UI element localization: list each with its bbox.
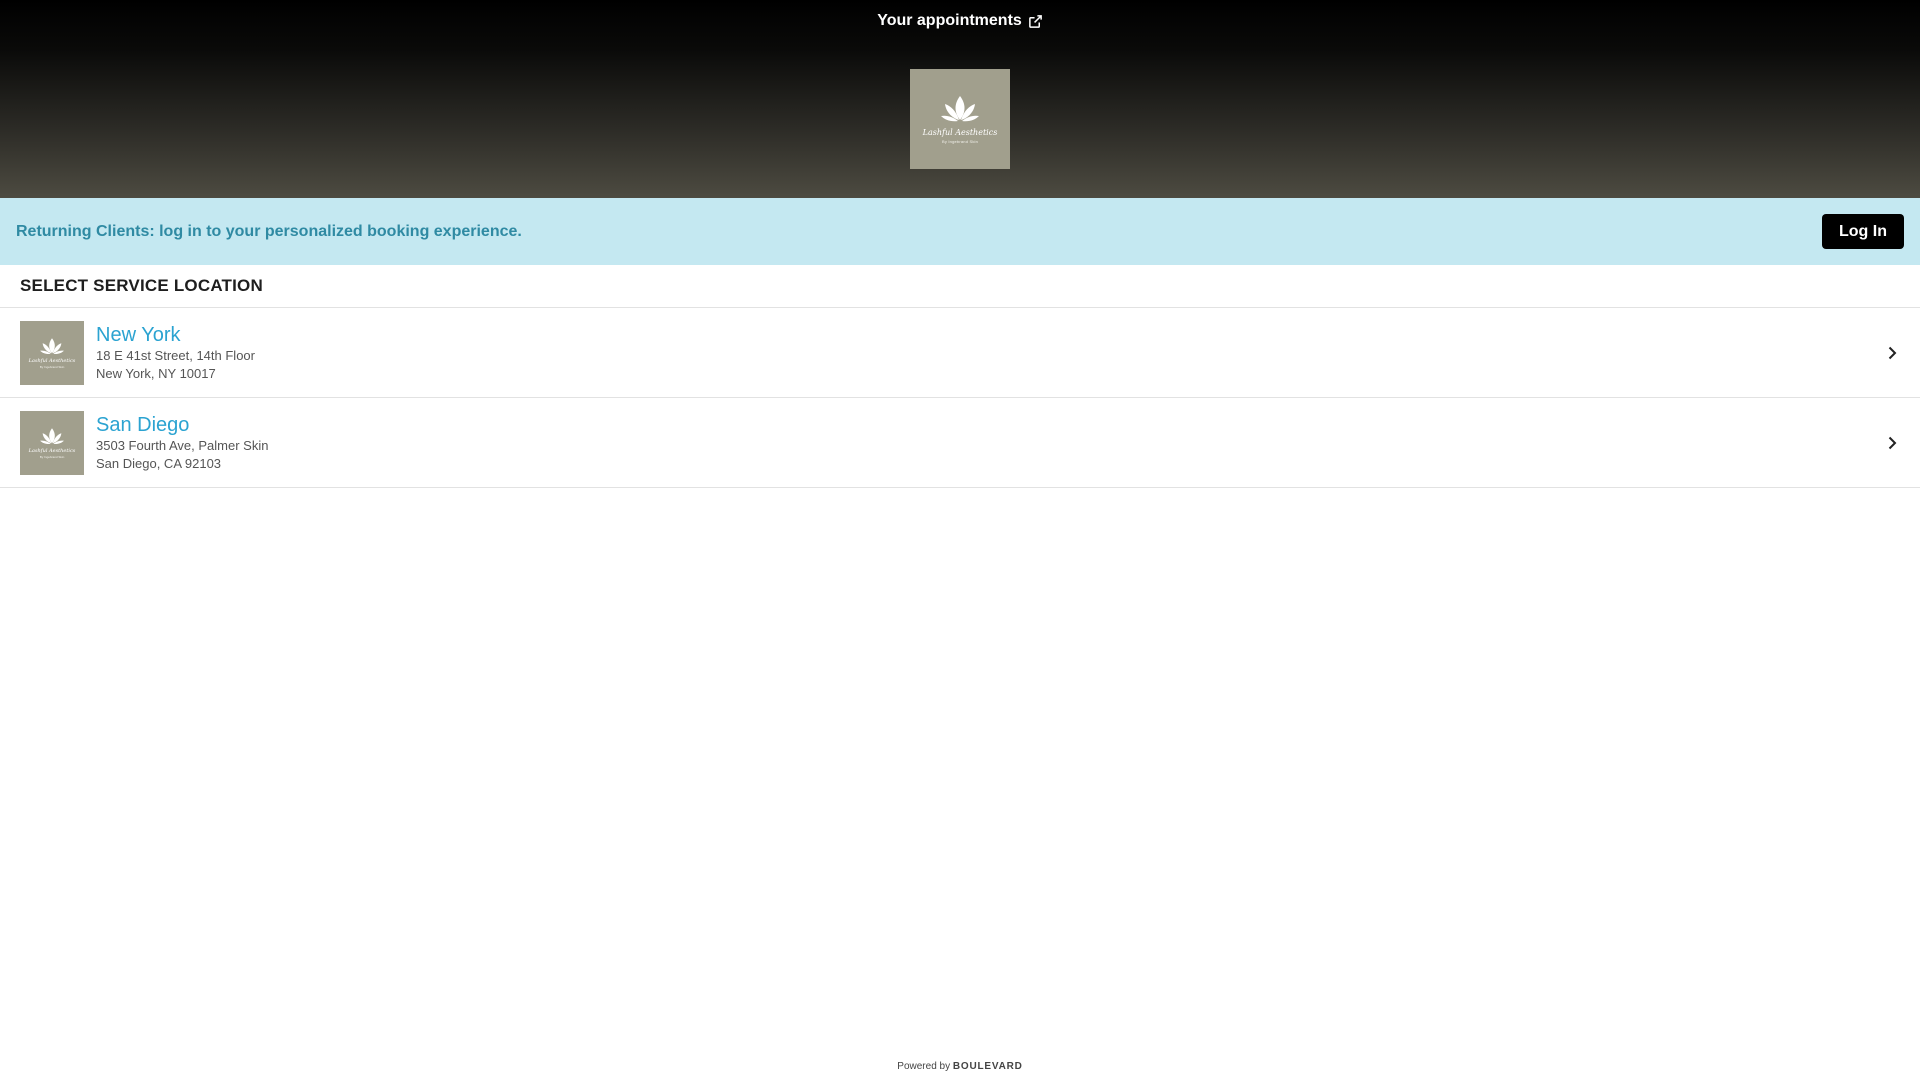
location-address-line2: San Diego, CA 92103 <box>96 455 222 471</box>
location-address-line1: 18 E 41st Street, 14th Floor <box>96 347 255 363</box>
powered-by-text: Powered by <box>897 1061 951 1072</box>
thumb-script-text: Lashful Aesthetics <box>28 447 76 454</box>
banner-message: Returning Clients: log in to your person… <box>16 222 522 240</box>
location-thumbnail: Lashful Aesthetics By Ingebrand Skin <box>20 320 84 385</box>
chevron-right-icon <box>1888 436 1897 449</box>
thumb-script-text: Lashful Aesthetics <box>28 357 76 364</box>
external-link-icon <box>1028 14 1042 28</box>
boulevard-link[interactable]: BOULEVARD <box>953 1061 1023 1072</box>
lotus-icon <box>40 337 64 354</box>
thumb-sub-text: By Ingebrand Skin <box>39 454 65 459</box>
your-appointments-link[interactable]: Your appointments <box>0 12 1920 30</box>
location-address-line2: New York, NY 10017 <box>96 365 216 381</box>
thumb-sub-text: By Ingebrand Skin <box>39 364 65 369</box>
log-in-button[interactable]: Log In <box>1822 214 1904 249</box>
lotus-icon <box>941 96 979 122</box>
location-item-san-diego[interactable]: Lashful Aesthetics By Ingebrand Skin San… <box>0 398 1920 488</box>
logo-sub-text: By Ingebrand Skin <box>941 139 979 144</box>
lotus-icon <box>40 427 64 444</box>
section-title: SELECT SERVICE LOCATION <box>0 265 1920 308</box>
location-list: Lashful Aesthetics By Ingebrand Skin New… <box>0 308 1920 488</box>
logo-script-text: Lashful Aesthetics <box>922 128 998 137</box>
location-info: New York 18 E 41st Street, 14th Floor Ne… <box>96 323 255 383</box>
location-address-line1: 3503 Fourth Ave, Palmer Skin <box>96 437 269 453</box>
location-item-new-york[interactable]: Lashful Aesthetics By Ingebrand Skin New… <box>0 308 1920 398</box>
booking-page: Your appointments Lashful Aesthetics By … <box>0 0 1920 1080</box>
location-thumbnail: Lashful Aesthetics By Ingebrand Skin <box>20 410 84 475</box>
chevron-right-icon <box>1888 346 1897 359</box>
footer: Powered by BOULEVARD <box>0 1061 1920 1072</box>
brand-logo: Lashful Aesthetics By Ingebrand Skin <box>910 69 1010 169</box>
location-info: San Diego 3503 Fourth Ave, Palmer Skin S… <box>96 413 268 473</box>
location-name: San Diego <box>96 413 190 436</box>
header: Your appointments Lashful Aesthetics By … <box>0 0 1920 198</box>
returning-clients-banner: Returning Clients: log in to your person… <box>0 198 1920 265</box>
location-name: New York <box>96 323 181 346</box>
appointments-label: Your appointments <box>877 12 1022 29</box>
